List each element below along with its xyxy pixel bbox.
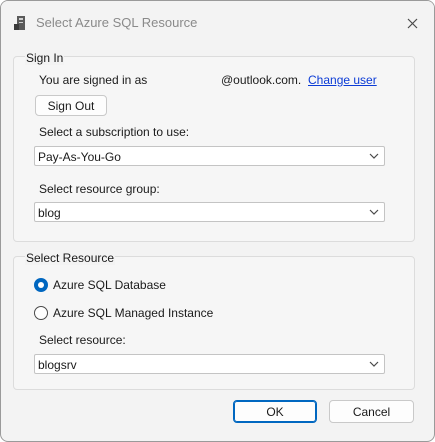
subscription-value: Pay-As-You-Go — [38, 150, 121, 164]
radio-label-azure-sql-managed-instance[interactable]: Azure SQL Managed Instance — [53, 306, 213, 320]
signed-in-text: You are signed in as — [39, 73, 148, 87]
chevron-down-icon — [369, 153, 379, 159]
app-icon — [14, 16, 25, 30]
subscription-select[interactable]: Pay-As-You-Go — [34, 146, 385, 166]
resource-group-value: blog — [38, 206, 61, 220]
close-icon — [407, 18, 417, 28]
title-bar: Select Azure SQL Resource — [1, 1, 434, 45]
resource-select[interactable]: blogsrv — [34, 354, 385, 374]
chevron-down-icon — [369, 361, 379, 367]
change-user-link[interactable]: Change user — [308, 73, 377, 87]
ok-button[interactable]: OK — [233, 400, 317, 423]
radio-label-azure-sql-database[interactable]: Azure SQL Database — [53, 278, 166, 292]
resource-value: blogsrv — [38, 358, 77, 372]
dialog-window: Select Azure SQL Resource Sign In You ar… — [0, 0, 435, 442]
resource-label: Select resource: — [39, 333, 126, 347]
close-button[interactable] — [400, 11, 424, 35]
chevron-down-icon — [369, 209, 379, 215]
window-title: Select Azure SQL Resource — [36, 15, 198, 30]
sign-out-button[interactable]: Sign Out — [35, 95, 107, 116]
resource-group-label: Select resource group: — [39, 182, 160, 196]
resource-group-select[interactable]: blog — [34, 202, 385, 222]
radio-azure-sql-managed-instance[interactable] — [34, 306, 48, 320]
radio-azure-sql-database[interactable] — [34, 278, 48, 292]
account-email: @outlook.com. — [221, 73, 302, 87]
subscription-label: Select a subscription to use: — [39, 125, 190, 139]
signin-group-title: Sign In — [25, 51, 65, 65]
resource-group-title: Select Resource — [25, 251, 116, 265]
cancel-button[interactable]: Cancel — [329, 400, 414, 423]
